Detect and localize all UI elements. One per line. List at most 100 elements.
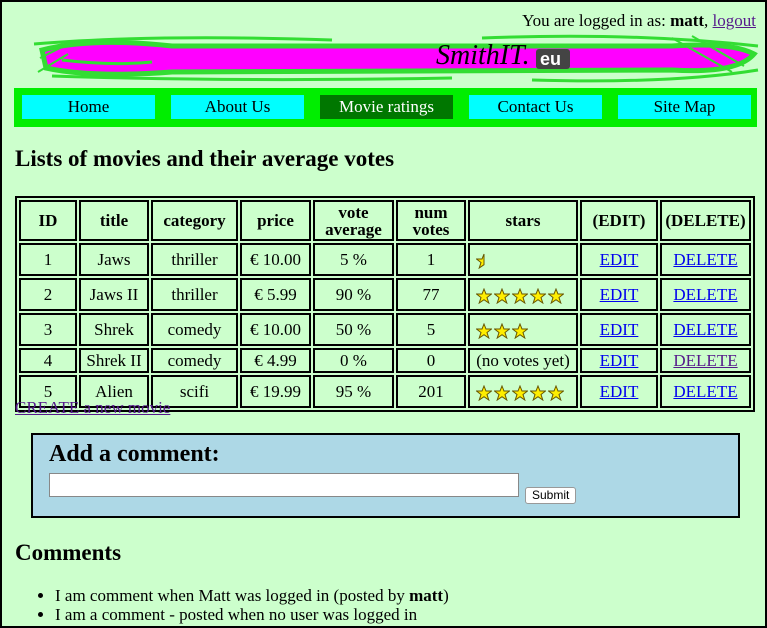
cell-num-votes: 77 <box>396 278 466 311</box>
header-vote-average: vote average <box>313 200 394 241</box>
cell-category: thriller <box>151 243 238 276</box>
header-edit: (EDIT) <box>580 200 658 241</box>
nav-about-us[interactable]: About Us <box>171 95 304 119</box>
cell-category: thriller <box>151 278 238 311</box>
cell-price: € 19.99 <box>240 375 311 408</box>
cell-edit: EDIT <box>580 375 658 408</box>
page-title: Lists of movies and their average votes <box>15 146 395 171</box>
star-icon <box>548 287 564 304</box>
star-icon <box>530 287 546 304</box>
comment-suffix: ) <box>443 586 449 605</box>
header-title: title <box>79 200 149 241</box>
cell-delete: DELETE <box>660 375 751 408</box>
cell-category: comedy <box>151 348 238 373</box>
cell-edit: EDIT <box>580 243 658 276</box>
cell-num-votes: 5 <box>396 313 466 346</box>
cell-title: Jaws II <box>79 278 149 311</box>
header-delete: (DELETE) <box>660 200 751 241</box>
cell-num-votes: 1 <box>396 243 466 276</box>
cell-category: comedy <box>151 313 238 346</box>
star-icon <box>476 384 492 401</box>
cell-vote-average: 95 % <box>313 375 394 408</box>
star-icon <box>476 287 492 304</box>
comment-item: I am a comment - posted when no user was… <box>55 605 767 624</box>
comment-text: I am a comment - posted when no user was… <box>55 605 418 624</box>
cell-title: Shrek II <box>79 348 149 373</box>
cell-delete: DELETE <box>660 278 751 311</box>
star-icon <box>530 384 546 401</box>
cell-price: € 10.00 <box>240 313 311 346</box>
submit-button[interactable]: Submit <box>525 487 577 504</box>
cell-delete: DELETE <box>660 348 751 373</box>
cell-vote-average: 90 % <box>313 278 394 311</box>
table-row: 1 Jaws thriller € 10.00 5 % 1 EDIT DELETE <box>19 243 751 276</box>
cell-price: € 10.00 <box>240 243 311 276</box>
header-stars: stars <box>468 200 578 241</box>
cell-id: 2 <box>19 278 77 311</box>
cell-price: € 5.99 <box>240 278 311 311</box>
star-icon <box>494 287 510 304</box>
table-row: 4 Shrek II comedy € 4.99 0 % 0 (no votes yet) E… <box>19 348 751 373</box>
star-icon <box>494 322 510 339</box>
star-icon <box>512 384 528 401</box>
delete-link[interactable]: DELETE <box>673 382 737 401</box>
movies-table: ID title category price vote average num… <box>15 196 755 412</box>
create-movie-link[interactable]: CREATE a new movie <box>15 398 170 418</box>
comment-item: I am comment when Matt was logged in (po… <box>55 586 767 605</box>
comment-input[interactable] <box>49 473 519 497</box>
edit-link[interactable]: EDIT <box>600 382 639 401</box>
add-comment-form: Add a comment: Submit <box>31 433 740 518</box>
cell-delete: DELETE <box>660 313 751 346</box>
nav-contact-us[interactable]: Contact Us <box>469 95 602 119</box>
nav-home[interactable]: Home <box>22 95 155 119</box>
delete-link[interactable]: DELETE <box>673 320 737 339</box>
nav-site-map[interactable]: Site Map <box>618 95 751 119</box>
table-row: 2 Jaws II thriller € 5.99 90 % 77 EDIT DELETE <box>19 278 751 311</box>
star-icon <box>548 384 564 401</box>
cell-stars: (no votes yet) <box>468 348 578 373</box>
nav-movie-ratings[interactable]: Movie ratings <box>320 95 453 119</box>
cell-stars <box>468 243 578 276</box>
cell-id: 4 <box>19 348 77 373</box>
comments-list: I am comment when Matt was logged in (po… <box>15 586 767 624</box>
cell-id: 3 <box>19 313 77 346</box>
edit-link[interactable]: EDIT <box>600 285 639 304</box>
cell-stars <box>468 313 578 346</box>
comments-heading: Comments <box>15 540 122 565</box>
star-icon <box>512 287 528 304</box>
cell-delete: DELETE <box>660 243 751 276</box>
login-separator: , <box>704 11 713 30</box>
login-status: You are logged in as: matt, logout <box>522 11 756 31</box>
delete-link[interactable]: DELETE <box>673 351 737 370</box>
header-price: price <box>240 200 311 241</box>
delete-link[interactable]: DELETE <box>673 250 737 269</box>
edit-link[interactable]: EDIT <box>600 250 639 269</box>
cell-vote-average: 0 % <box>313 348 394 373</box>
login-prefix: You are logged in as: <box>522 11 671 30</box>
half-star-icon <box>476 253 485 269</box>
cell-stars <box>468 278 578 311</box>
header-category: category <box>151 200 238 241</box>
header-num-votes: num votes <box>396 200 466 241</box>
edit-link[interactable]: EDIT <box>600 351 639 370</box>
cell-stars <box>468 375 578 408</box>
star-icon <box>512 322 528 339</box>
comment-text: I am comment when Matt was logged in (po… <box>55 586 410 605</box>
delete-link[interactable]: DELETE <box>673 285 737 304</box>
comment-author: matt <box>409 586 444 605</box>
header-id: ID <box>19 200 77 241</box>
main-nav: Home About Us Movie ratings Contact Us S… <box>14 88 757 127</box>
cell-id: 1 <box>19 243 77 276</box>
logout-link[interactable]: logout <box>713 11 756 30</box>
username: matt <box>670 11 705 30</box>
logo-text: SmithIT. <box>436 40 530 71</box>
cell-vote-average: 50 % <box>313 313 394 346</box>
cell-title: Jaws <box>79 243 149 276</box>
table-header-row: ID title category price vote average num… <box>19 200 751 241</box>
cell-price: € 4.99 <box>240 348 311 373</box>
cell-num-votes: 201 <box>396 375 466 408</box>
star-icon <box>494 384 510 401</box>
logo-suffix: eu <box>540 49 561 69</box>
cell-num-votes: 0 <box>396 348 466 373</box>
edit-link[interactable]: EDIT <box>600 320 639 339</box>
